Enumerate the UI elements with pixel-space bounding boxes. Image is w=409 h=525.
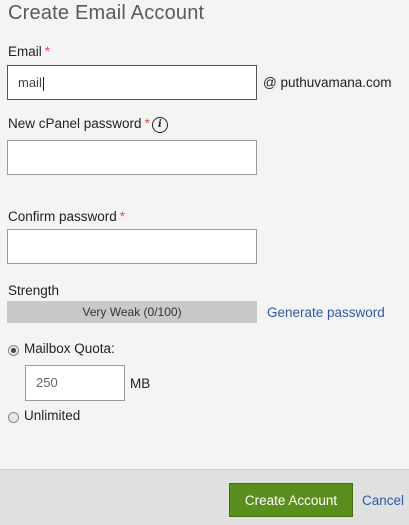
email-domain: @ puthuvamana.com (263, 75, 392, 90)
confirm-password-label: Confirm password * (8, 209, 125, 224)
generate-password-link[interactable]: Generate password (267, 305, 385, 320)
unlimited-radio[interactable] (8, 412, 19, 423)
mailbox-quota-radio[interactable] (8, 345, 19, 356)
unlimited-label: Unlimited (24, 408, 81, 423)
confirm-password-label-text: Confirm password (8, 209, 117, 224)
info-icon[interactable]: i (151, 117, 168, 133)
password-strength-meter: Very Weak (0/100) (7, 301, 257, 323)
create-account-button[interactable]: Create Account (229, 483, 353, 517)
new-password-label-text: New cPanel password (8, 116, 142, 131)
cancel-link[interactable]: Cancel (362, 493, 404, 508)
create-email-account-form: Create Email Account Email * mail @ puthu… (0, 0, 409, 525)
email-label: Email * (8, 44, 50, 59)
text-caret (42, 76, 44, 91)
page-title: Create Email Account (8, 2, 205, 24)
confirm-password-input[interactable] (7, 229, 257, 264)
required-marker: * (144, 116, 150, 131)
mailbox-quota-label: Mailbox Quota: (24, 341, 115, 356)
strength-label: Strength (8, 283, 60, 298)
email-label-text: Email (8, 44, 42, 59)
email-input[interactable]: mail (7, 65, 257, 100)
quota-unit: MB (130, 376, 151, 391)
required-marker: * (119, 209, 126, 224)
required-marker: * (44, 44, 51, 59)
quota-input-value: 250 (36, 375, 58, 390)
new-password-input[interactable] (7, 140, 257, 175)
email-input-value: mail (18, 75, 42, 90)
new-password-label: New cPanel password * i (8, 116, 168, 133)
quota-input[interactable]: 250 (25, 365, 125, 401)
